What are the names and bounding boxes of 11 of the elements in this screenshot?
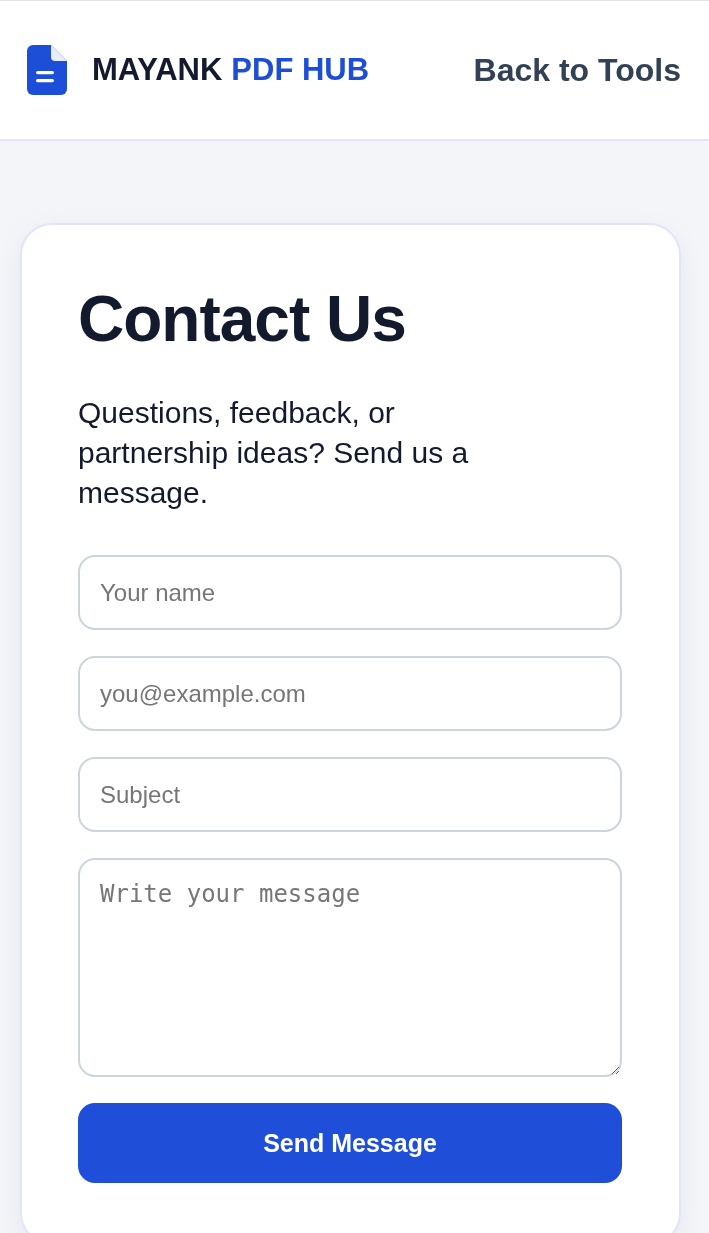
input-field[interactable]: Your name [78, 555, 622, 630]
brand-name[interactable]: MAYANK [92, 52, 223, 88]
input-field[interactable]: Subject [78, 757, 622, 832]
document-icon [27, 45, 67, 95]
page-subtitle: Questions, feedback, or partnership ideas? Send us a message. [78, 395, 470, 511]
back-to-tools-link[interactable]: Back to Tools [473, 51, 681, 89]
send-message-button[interactable]: Send Message [78, 1103, 622, 1183]
input-field[interactable]: you@example.com [78, 656, 622, 731]
brand-accent[interactable]: PDF HUB [231, 52, 370, 88]
message-field[interactable]: Write your message [78, 858, 622, 1077]
page-title: Contact Us [78, 282, 407, 357]
